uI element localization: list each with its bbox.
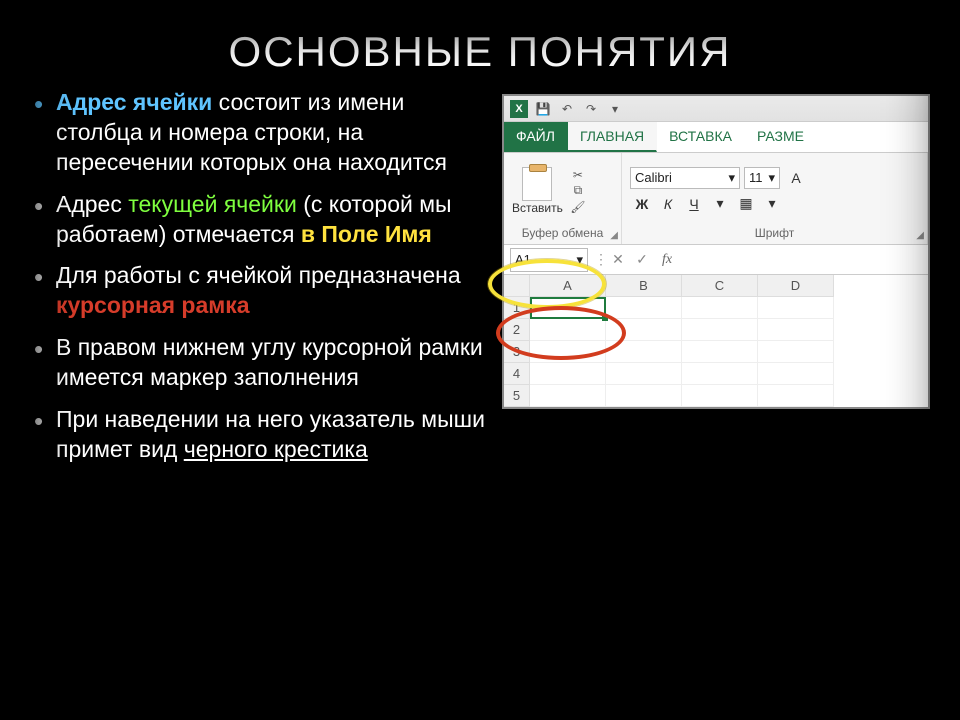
chevron-down-icon: ▾ (728, 170, 735, 186)
bold-button[interactable]: Ж (630, 193, 654, 215)
chevron-down-icon: ▾ (768, 170, 775, 186)
row-header-5[interactable]: 5 (504, 385, 530, 407)
bullet-2: Адрес текущей ячейки (с которой мы работ… (30, 190, 492, 250)
font-group-label: Шрифт (630, 224, 919, 240)
cell-b1[interactable] (606, 297, 682, 319)
bullet-2-green: текущей ячейки (128, 191, 297, 217)
cancel-formula-icon[interactable]: ✕ (606, 248, 630, 272)
cell-d2[interactable] (758, 319, 834, 341)
redo-icon[interactable]: ↷ (582, 100, 600, 118)
worksheet-grid[interactable]: A B C D 1 2 3 4 (504, 275, 928, 407)
cell-c5[interactable] (682, 385, 758, 407)
bullet-3a: Для работы с ячейкой предназначена (56, 262, 461, 288)
quick-access-toolbar: X 💾 ↶ ↷ ▾ (504, 96, 928, 122)
col-header-b[interactable]: B (606, 275, 682, 297)
cell-b4[interactable] (606, 363, 682, 385)
accept-formula-icon[interactable]: ✓ (630, 248, 654, 272)
font-size-select[interactable]: 11 ▾ (744, 167, 780, 189)
ribbon: Вставить ✂ ⧉ 🖌 Буфер обмена ◢ (504, 153, 928, 245)
paste-button[interactable]: Вставить (512, 167, 563, 215)
cell-a2[interactable] (530, 319, 606, 341)
tab-file[interactable]: ФАЙЛ (504, 122, 568, 152)
save-icon[interactable]: 💾 (534, 100, 552, 118)
formula-bar: A1 ▾ ⋮ ✕ ✓ fx (504, 245, 928, 275)
ribbon-group-font: Calibri ▾ 11 ▾ A Ж К Ч ▾ ▦ (622, 153, 928, 244)
clipboard-icon (522, 167, 552, 201)
bullet-5: При наведении на него указатель мыши при… (30, 405, 492, 465)
name-box-value: A1 (515, 252, 531, 267)
slide-title: ОСНОВНЫЕ ПОНЯТИЯ (0, 0, 960, 84)
cell-d5[interactable] (758, 385, 834, 407)
bullet-3: Для работы с ячейкой предназначена курсо… (30, 261, 492, 321)
cell-c1[interactable] (682, 297, 758, 319)
fx-icon[interactable]: fx (654, 248, 678, 272)
cell-a5[interactable] (530, 385, 606, 407)
excel-screenshot: X 💾 ↶ ↷ ▾ ФАЙЛ ГЛАВНАЯ ВСТАВКА РАЗМЕ Вст… (502, 94, 930, 477)
clipboard-launcher-icon[interactable]: ◢ (610, 230, 618, 241)
tab-home[interactable]: ГЛАВНАЯ (568, 122, 657, 152)
fx-label: fx (662, 252, 672, 268)
col-header-a[interactable]: A (530, 275, 606, 297)
cell-c2[interactable] (682, 319, 758, 341)
excel-icon[interactable]: X (510, 100, 528, 118)
border-dropdown-icon[interactable]: ▾ (760, 193, 784, 215)
row-header-4[interactable]: 4 (504, 363, 530, 385)
undo-icon[interactable]: ↶ (558, 100, 576, 118)
cell-a1[interactable] (530, 297, 606, 319)
ribbon-tabs: ФАЙЛ ГЛАВНАЯ ВСТАВКА РАЗМЕ (504, 122, 928, 153)
cut-icon[interactable]: ✂ (569, 168, 587, 182)
underline-button[interactable]: Ч (682, 193, 706, 215)
bullet-4: В правом нижнем углу курсорной рамки име… (30, 333, 492, 393)
font-name-select[interactable]: Calibri ▾ (630, 167, 740, 189)
cell-d4[interactable] (758, 363, 834, 385)
cell-a4[interactable] (530, 363, 606, 385)
bullet-list: Адрес ячейки состоит из имени столбца и … (30, 88, 502, 477)
tab-layout[interactable]: РАЗМЕ (745, 122, 817, 152)
italic-button[interactable]: К (656, 193, 680, 215)
bullet-2a: Адрес (56, 191, 128, 217)
row-header-2[interactable]: 2 (504, 319, 530, 341)
slide-content: Адрес ячейки состоит из имени столбца и … (0, 84, 960, 477)
underline-dropdown-icon[interactable]: ▾ (708, 193, 732, 215)
cell-c3[interactable] (682, 341, 758, 363)
bullet-3-red: курсорная рамка (56, 292, 250, 318)
cell-a3[interactable] (530, 341, 606, 363)
formula-sep: ⋮ (594, 251, 606, 268)
font-name-value: Calibri (635, 170, 672, 185)
clipboard-group-label: Буфер обмена (512, 224, 613, 240)
copy-icon[interactable]: ⧉ (569, 184, 587, 198)
paste-label: Вставить (512, 201, 563, 215)
select-all-corner[interactable] (504, 275, 530, 297)
name-box[interactable]: A1 ▾ (510, 248, 588, 272)
tab-insert[interactable]: ВСТАВКА (657, 122, 745, 152)
cell-b3[interactable] (606, 341, 682, 363)
col-header-c[interactable]: C (682, 275, 758, 297)
col-header-d[interactable]: D (758, 275, 834, 297)
format-painter-icon[interactable]: 🖌 (569, 200, 587, 214)
row-header-1[interactable]: 1 (504, 297, 530, 319)
border-icon[interactable]: ▦ (734, 193, 758, 215)
increase-font-icon[interactable]: A (784, 167, 808, 189)
bullet-1: Адрес ячейки состоит из имени столбца и … (30, 88, 492, 178)
cell-d3[interactable] (758, 341, 834, 363)
chevron-down-icon: ▾ (576, 252, 583, 268)
cell-d1[interactable] (758, 297, 834, 319)
font-size-value: 11 (749, 170, 763, 185)
cell-b2[interactable] (606, 319, 682, 341)
cell-b5[interactable] (606, 385, 682, 407)
bullet-5-underline: черного крестика (184, 436, 368, 462)
font-launcher-icon[interactable]: ◢ (916, 230, 924, 241)
qat-dropdown-icon[interactable]: ▾ (606, 100, 624, 118)
ribbon-group-clipboard: Вставить ✂ ⧉ 🖌 Буфер обмена ◢ (504, 153, 622, 244)
cell-c4[interactable] (682, 363, 758, 385)
bullet-1-term: Адрес ячейки (56, 89, 212, 115)
row-header-3[interactable]: 3 (504, 341, 530, 363)
bullet-2-yellow: в Поле Имя (301, 221, 432, 247)
